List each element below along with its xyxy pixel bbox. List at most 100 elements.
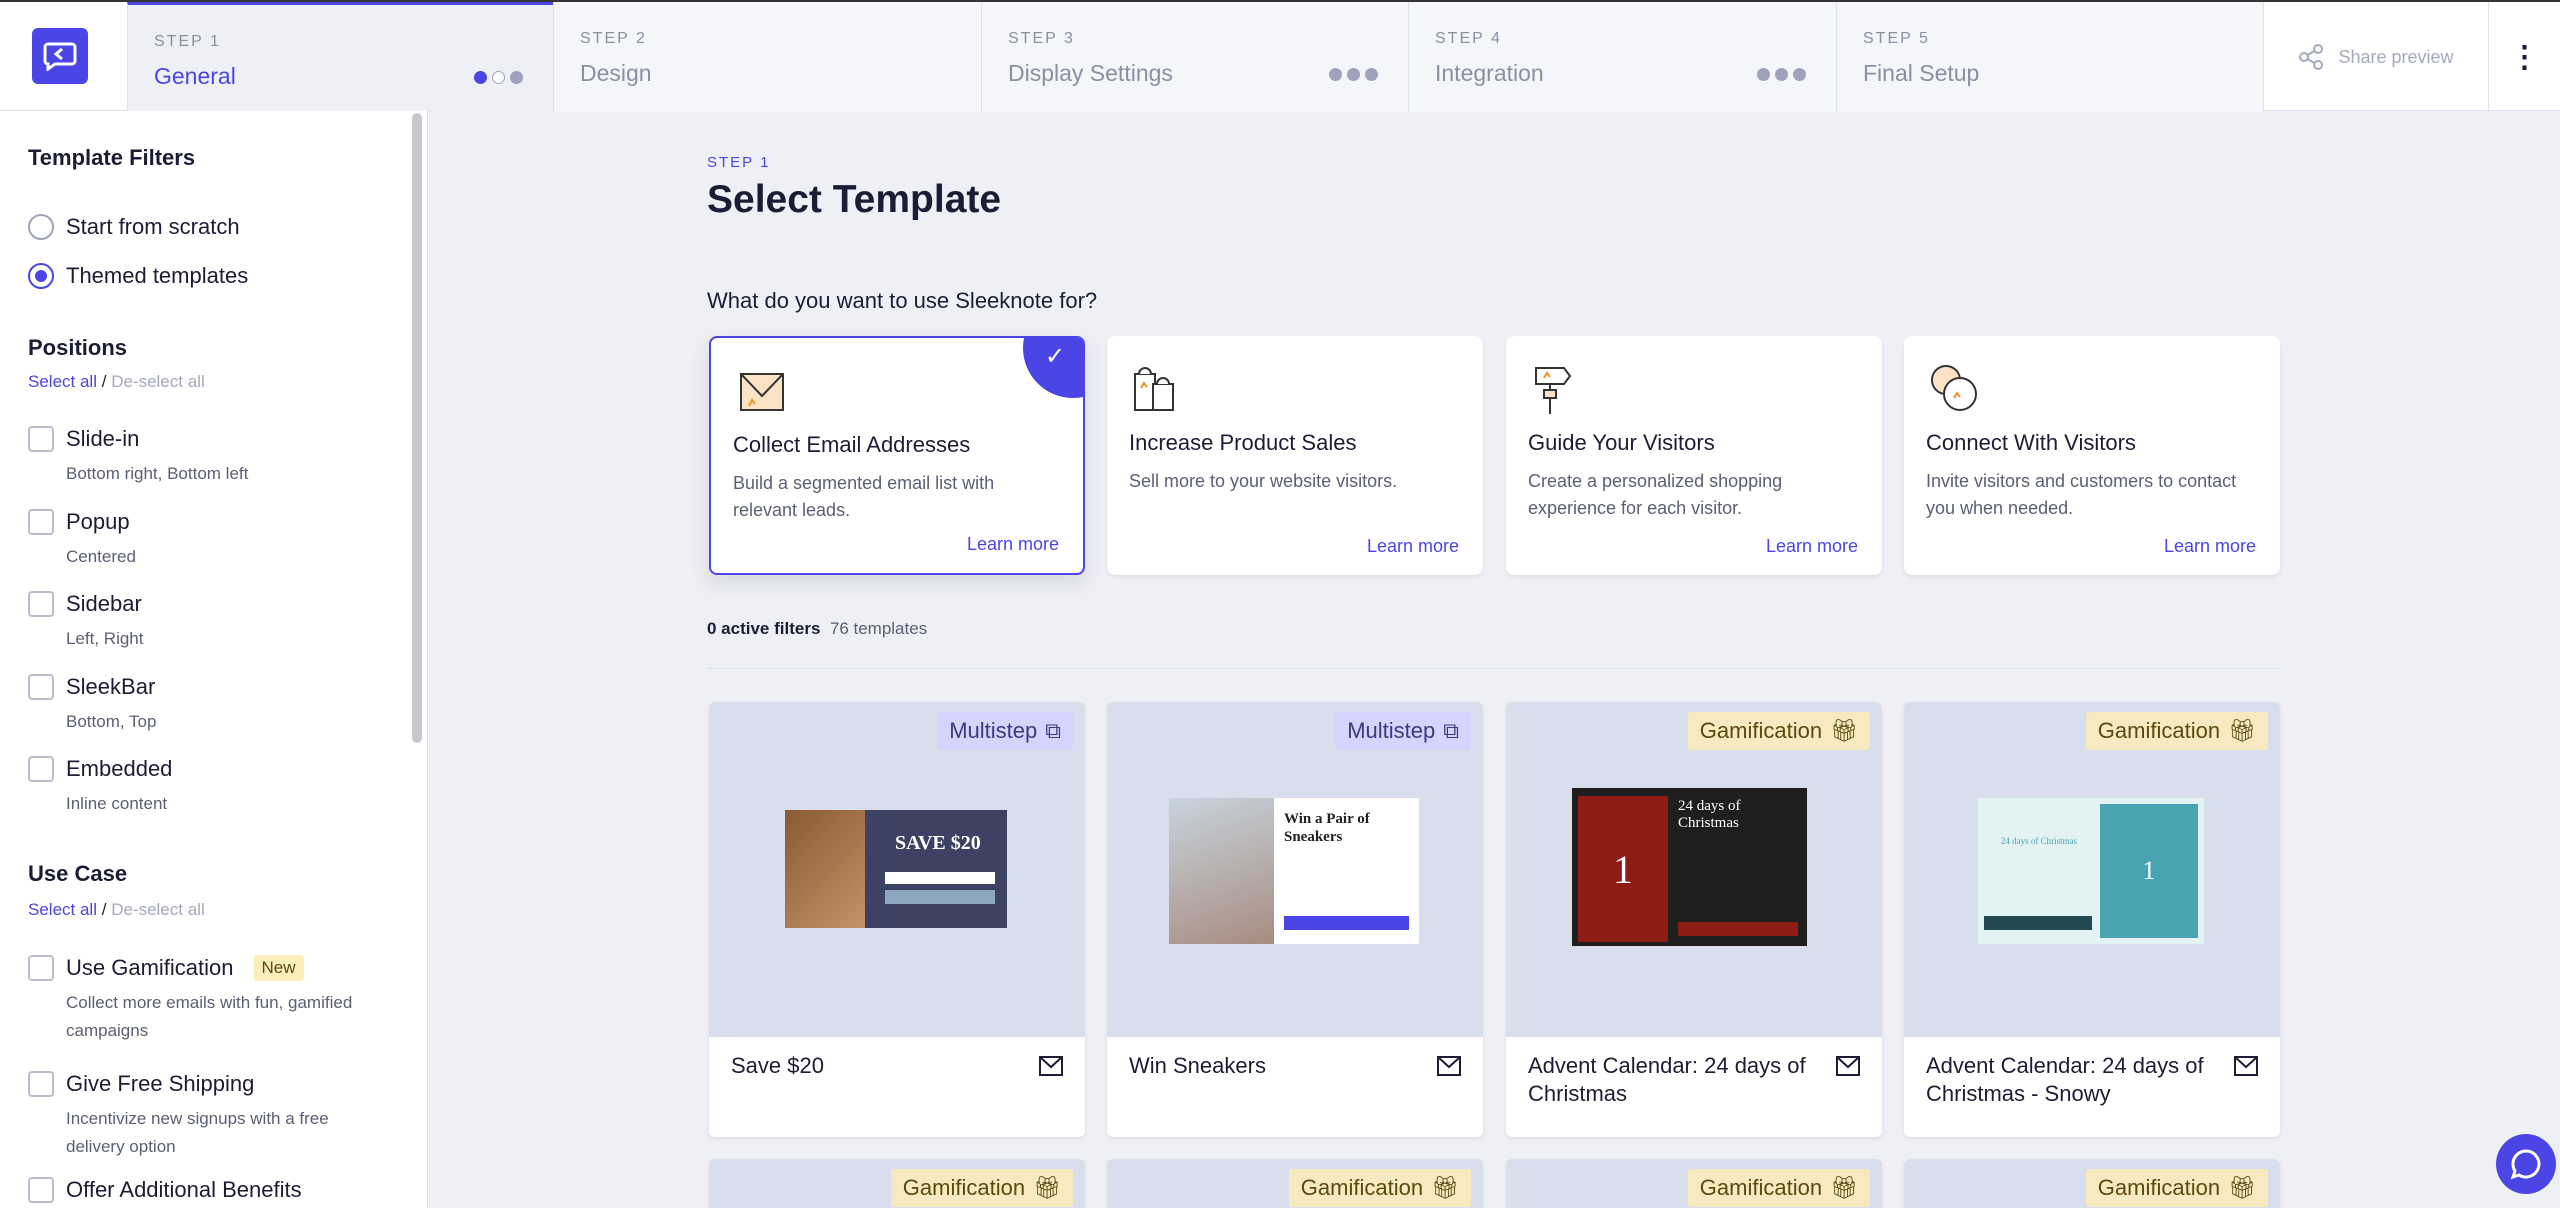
step-tab-integration[interactable]: STEP 4 Integration bbox=[1408, 2, 1836, 112]
use-case-card-guide-visitors[interactable]: Guide Your Visitors Create a personalize… bbox=[1506, 336, 1882, 575]
template-name: Advent Calendar: 24 days of Christmas - … bbox=[1926, 1053, 2204, 1106]
checkbox-label: Offer Additional Benefits bbox=[66, 1177, 302, 1202]
share-label: Share preview bbox=[2338, 46, 2454, 67]
gift-icon: 🎁︎ bbox=[1830, 1175, 1858, 1200]
checkbox-icon bbox=[28, 591, 54, 617]
email-icon bbox=[1039, 1056, 1063, 1076]
checkbox-label: Use Gamification bbox=[66, 955, 234, 980]
checkbox-give-free-shipping[interactable]: Give Free Shipping Incentivize new signup… bbox=[28, 1071, 386, 1161]
template-name: Save $20 bbox=[731, 1053, 824, 1078]
checkbox-sub: Incentivize new signups with a free deli… bbox=[66, 1109, 329, 1156]
multistep-badge: Multistep ⧉ bbox=[1335, 712, 1471, 750]
checkbox-popup[interactable]: Popup Centered bbox=[28, 509, 136, 571]
step-name: Integration bbox=[1435, 60, 1544, 86]
step-tab-final-setup[interactable]: STEP 5 Final Setup bbox=[1836, 2, 2263, 112]
thumbnail-number: 1 bbox=[1578, 796, 1668, 942]
checkbox-use-gamification[interactable]: Use Gamification New Collect more emails w… bbox=[28, 955, 366, 1045]
copy-icon: ⧉ bbox=[1045, 718, 1061, 743]
template-card[interactable]: Gamification 🎁︎ bbox=[709, 1159, 1085, 1208]
template-preview: Gamification 🎁︎ bbox=[1107, 1159, 1483, 1208]
template-card[interactable]: Gamification 🎁︎ 1 24 days of Christmas Ad… bbox=[1506, 702, 1882, 1137]
chat-icon bbox=[2510, 1149, 2541, 1180]
template-name: Win Sneakers bbox=[1129, 1053, 1266, 1078]
use-case-card-product-sales[interactable]: Increase Product Sales Sell more to your… bbox=[1107, 336, 1483, 575]
step-tab-design[interactable]: STEP 2 Design bbox=[553, 2, 981, 112]
use-case-heading: Use Case bbox=[28, 861, 128, 886]
back-logo-button[interactable] bbox=[32, 28, 88, 84]
shopping-bags-icon bbox=[1134, 367, 1174, 411]
separator: / bbox=[101, 900, 107, 919]
thumbnail-win-sneakers: Win a Pair of Sneakers bbox=[1169, 798, 1419, 944]
thumbnail-headline: Win a Pair of Sneakers bbox=[1284, 811, 1370, 845]
share-preview-button[interactable]: Share preview bbox=[2263, 2, 2488, 112]
chat-support-button[interactable] bbox=[2496, 1134, 2556, 1194]
use-case-deselect-all[interactable]: De-select all bbox=[111, 900, 205, 919]
template-preview: Gamification 🎁︎ bbox=[1904, 1159, 2280, 1208]
template-preview: Gamification 🎁︎ 1 24 days of Christmas bbox=[1904, 702, 2280, 1037]
step-label: STEP 1 bbox=[154, 33, 221, 50]
selected-check-icon: ✓ bbox=[1023, 338, 1083, 398]
thumbnail-save-20: SAVE $20 bbox=[785, 810, 1007, 928]
template-card[interactable]: Gamification 🎁︎ bbox=[1904, 1159, 2280, 1208]
template-card[interactable]: Multistep ⧉ Win a Pair of Sneakers Win Sn… bbox=[1107, 702, 1483, 1137]
thumbnail-advent: 1 24 days of Christmas bbox=[1572, 788, 1807, 946]
learn-more-link[interactable]: Learn more bbox=[1766, 536, 1858, 557]
use-case-select-all[interactable]: Select all bbox=[28, 900, 97, 919]
gift-icon: 🎁︎ bbox=[1033, 1175, 1061, 1200]
radio-start-from-scratch[interactable]: Start from scratch bbox=[28, 214, 240, 240]
step-label: STEP 4 bbox=[1435, 30, 1502, 47]
email-icon bbox=[1836, 1056, 1860, 1076]
template-card[interactable]: Gamification 🎁︎ bbox=[1506, 1159, 1882, 1208]
gamification-badge: Gamification 🎁︎ bbox=[1288, 1169, 1471, 1207]
checkbox-label: Give Free Shipping bbox=[66, 1071, 255, 1096]
checkbox-label: Popup bbox=[66, 509, 130, 534]
card-title: Connect With Visitors bbox=[1926, 430, 2136, 455]
card-title: Increase Product Sales bbox=[1129, 430, 1357, 455]
template-card[interactable]: Gamification 🎁︎ bbox=[1107, 1159, 1483, 1208]
multistep-badge: Multistep ⧉ bbox=[937, 712, 1073, 750]
radio-themed-templates[interactable]: Themed templates bbox=[28, 263, 248, 289]
email-icon bbox=[2234, 1056, 2258, 1076]
badge-label: Multistep bbox=[1347, 718, 1436, 743]
positions-deselect-all[interactable]: De-select all bbox=[111, 372, 205, 391]
template-card[interactable]: Gamification 🎁︎ 1 24 days of Christmas Ad… bbox=[1904, 702, 2280, 1137]
learn-more-link[interactable]: Learn more bbox=[2164, 536, 2256, 557]
thumbnail-headline: 24 days of Christmas bbox=[1678, 798, 1741, 831]
checkbox-label: Embedded bbox=[66, 756, 173, 781]
checkbox-icon bbox=[28, 1177, 54, 1203]
sidebar-scrollbar[interactable] bbox=[408, 111, 428, 1208]
use-case-card-collect-email[interactable]: ✓ Collect Email Addresses Build a segmen… bbox=[709, 336, 1085, 575]
checkbox-slide-in[interactable]: Slide-in Bottom right, Bottom left bbox=[28, 426, 248, 488]
thumbnail-number: 1 bbox=[2100, 804, 2198, 938]
step-tab-general[interactable]: STEP 1 General bbox=[127, 2, 553, 112]
checkbox-sub: Left, Right bbox=[66, 629, 144, 648]
step-label: STEP 2 bbox=[580, 30, 647, 47]
templates-count: 76 templates bbox=[829, 619, 928, 638]
badge-label: Gamification bbox=[2097, 718, 2221, 743]
checkbox-sleekbar[interactable]: SleekBar Bottom, Top bbox=[28, 674, 156, 736]
thumbnail-headline: 24 days of Christmas bbox=[2000, 836, 2078, 846]
top-bar: STEP 1 General STEP 2 Design STEP 3 Display… bbox=[0, 0, 2560, 112]
checkbox-sub: Inline content bbox=[66, 794, 168, 813]
badge-label: Gamification bbox=[902, 1175, 1026, 1200]
more-options-icon[interactable]: ⋮ bbox=[2488, 2, 2560, 112]
share-icon bbox=[2299, 44, 2324, 70]
step-tab-display-settings[interactable]: STEP 3 Display Settings bbox=[981, 2, 1408, 112]
positions-select-all[interactable]: Select all bbox=[28, 372, 97, 391]
badge-label: Gamification bbox=[1300, 1175, 1424, 1200]
checkbox-sub: Centered bbox=[66, 547, 136, 566]
checkbox-offer-additional-benefits[interactable]: Offer Additional Benefits bbox=[28, 1177, 302, 1203]
thumbnail-advent-snowy: 1 24 days of Christmas bbox=[1978, 798, 2204, 944]
learn-more-link[interactable]: Learn more bbox=[967, 534, 1059, 555]
badge-label: Gamification bbox=[2097, 1175, 2221, 1200]
filter-summary: 0 active filters 76 templates bbox=[707, 619, 927, 639]
checkbox-label: Slide-in bbox=[66, 426, 140, 451]
template-card[interactable]: Multistep ⧉ SAVE $20 Save $20 bbox=[709, 702, 1085, 1137]
step-label: STEP 3 bbox=[1008, 30, 1075, 47]
use-case-card-connect-visitors[interactable]: Connect With Visitors Invite visitors an… bbox=[1904, 336, 2280, 575]
badge-label: Multistep bbox=[949, 718, 1038, 743]
checkbox-embedded[interactable]: Embedded Inline content bbox=[28, 756, 172, 818]
learn-more-link[interactable]: Learn more bbox=[1367, 536, 1459, 557]
progress-dots bbox=[474, 71, 523, 84]
checkbox-sidebar[interactable]: Sidebar Left, Right bbox=[28, 591, 144, 653]
